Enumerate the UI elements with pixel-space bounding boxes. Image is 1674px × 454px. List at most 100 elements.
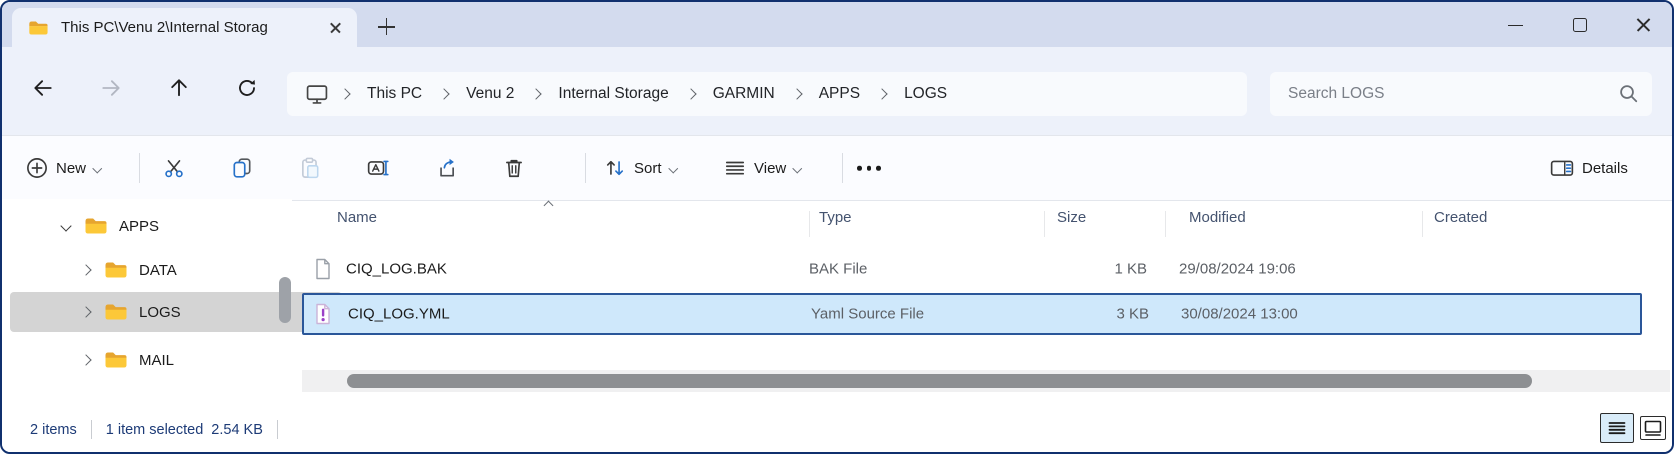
rename-button[interactable] [356,148,400,188]
folder-icon [28,20,48,36]
folder-icon [104,261,127,279]
yaml-file-icon [314,303,332,325]
column-header-modified[interactable]: Modified [1189,209,1246,226]
breadcrumb-item-apps[interactable]: APPS [807,85,872,103]
paste-button[interactable] [288,148,332,188]
status-summary: 2 items 1 item selected 2.54 KB [30,420,278,439]
toolbar-divider [842,153,843,183]
breadcrumb-item-garmin[interactable]: GARMIN [701,85,787,103]
chevron-right-icon[interactable] [80,306,91,317]
file-modified: 29/08/2024 19:06 [1179,261,1296,278]
sidebar-item-label: DATA [139,262,177,279]
column-divider[interactable] [1422,211,1423,237]
tab-close-icon[interactable] [325,17,347,39]
sort-ascending-icon [544,201,554,211]
breadcrumb-item-venu-2[interactable]: Venu 2 [454,85,526,103]
new-button[interactable]: New [26,157,101,179]
trash-icon [503,157,525,179]
horizontal-scrollbar[interactable] [302,370,1670,392]
file-icon [314,258,332,280]
chevron-right-icon[interactable] [80,264,91,275]
chevron-down-icon [793,163,802,172]
share-button[interactable] [424,148,468,188]
address-bar[interactable]: This PC Venu 2 Internal Storage GARMIN A… [287,72,1247,116]
search-box [1270,72,1652,116]
chevron-down-icon [668,163,677,172]
sidebar-item-apps[interactable]: APPS [10,208,322,244]
breadcrumb-separator-icon [339,88,350,99]
file-row-ciq-log-bak[interactable]: CIQ_LOG.BAK BAK File 1 KB 29/08/2024 19:… [302,249,1642,289]
folder-icon [104,351,127,369]
column-divider[interactable] [1165,211,1166,237]
horizontal-scrollbar-thumb[interactable] [347,374,1532,388]
breadcrumb-item-this-pc[interactable]: This PC [355,85,434,103]
file-list-pane: Name Type Size Modified Created CIQ_LOG.… [292,199,1670,395]
file-type: Yaml Source File [811,306,924,323]
ellipsis-icon [857,166,881,171]
breadcrumb-separator-icon [531,88,542,99]
view-button[interactable]: View [724,157,801,179]
chevron-down-icon[interactable] [60,220,71,231]
details-pane-button[interactable]: Details [1550,157,1628,179]
cut-button[interactable] [152,148,196,188]
scissors-icon [163,157,185,179]
navigation-pane: APPS DATA LOGS MAIL [2,199,292,395]
details-view-toggle[interactable] [1600,413,1634,443]
sidebar-item-label: LOGS [139,304,181,321]
item-count: 2 items [30,422,77,438]
chevron-right-icon[interactable] [80,354,91,365]
close-button[interactable] [1634,15,1654,35]
column-header-size[interactable]: Size [1057,209,1086,226]
copy-icon [231,157,253,179]
breadcrumb-separator-icon [685,88,696,99]
toolbar-divider [585,153,586,183]
column-header-created[interactable]: Created [1434,209,1487,226]
address-row: This PC Venu 2 Internal Storage GARMIN A… [2,47,1672,135]
minimize-button[interactable] [1506,15,1526,35]
column-header-type[interactable]: Type [819,209,852,226]
view-button-label: View [754,160,786,177]
delete-button[interactable] [492,148,536,188]
status-bar: 2 items 1 item selected 2.54 KB [2,395,1672,452]
maximize-button[interactable] [1570,15,1590,35]
file-type: BAK File [809,261,867,278]
new-button-label: New [56,160,86,177]
chevron-down-icon [93,163,102,172]
column-header-name[interactable]: Name [337,209,377,226]
tab-title: This PC\Venu 2\Internal Storag [61,19,325,36]
folder-icon [84,217,107,235]
icons-view-toggle[interactable] [1640,416,1666,440]
window-controls [1506,2,1654,47]
new-tab-button[interactable] [374,14,400,40]
file-size: 3 KB [984,306,1149,323]
more-options-button[interactable] [857,166,881,171]
search-icon [1618,83,1640,110]
details-pane-label: Details [1582,160,1628,177]
search-input[interactable] [1270,72,1652,116]
copy-button[interactable] [220,148,264,188]
toolbar-divider [139,153,140,183]
navigation-buttons [26,71,264,105]
file-row-ciq-log-yml[interactable]: CIQ_LOG.YML Yaml Source File 3 KB 30/08/… [302,293,1642,335]
file-modified: 30/08/2024 13:00 [1181,306,1298,323]
breadcrumb-item-logs[interactable]: LOGS [892,85,959,103]
explorer-tab[interactable]: This PC\Venu 2\Internal Storag [12,8,357,47]
breadcrumb-separator-icon [438,88,449,99]
file-size: 1 KB [982,261,1147,278]
refresh-button[interactable] [230,71,264,105]
column-divider[interactable] [1044,211,1045,237]
selection-size: 2.54 KB [211,422,263,438]
breadcrumb-item-internal-storage[interactable]: Internal Storage [546,85,680,103]
file-name: CIQ_LOG.YML [348,306,450,323]
list-lines-icon [724,157,746,179]
column-divider[interactable] [809,211,810,237]
up-button[interactable] [162,71,196,105]
breadcrumb-separator-icon [791,88,802,99]
sidebar-scrollbar[interactable] [279,277,291,323]
forward-button[interactable] [94,71,128,105]
sort-button[interactable]: Sort [604,157,676,179]
back-button[interactable] [26,71,60,105]
status-divider [91,420,92,439]
file-name: CIQ_LOG.BAK [346,261,447,278]
clipboard-icon [299,157,321,179]
